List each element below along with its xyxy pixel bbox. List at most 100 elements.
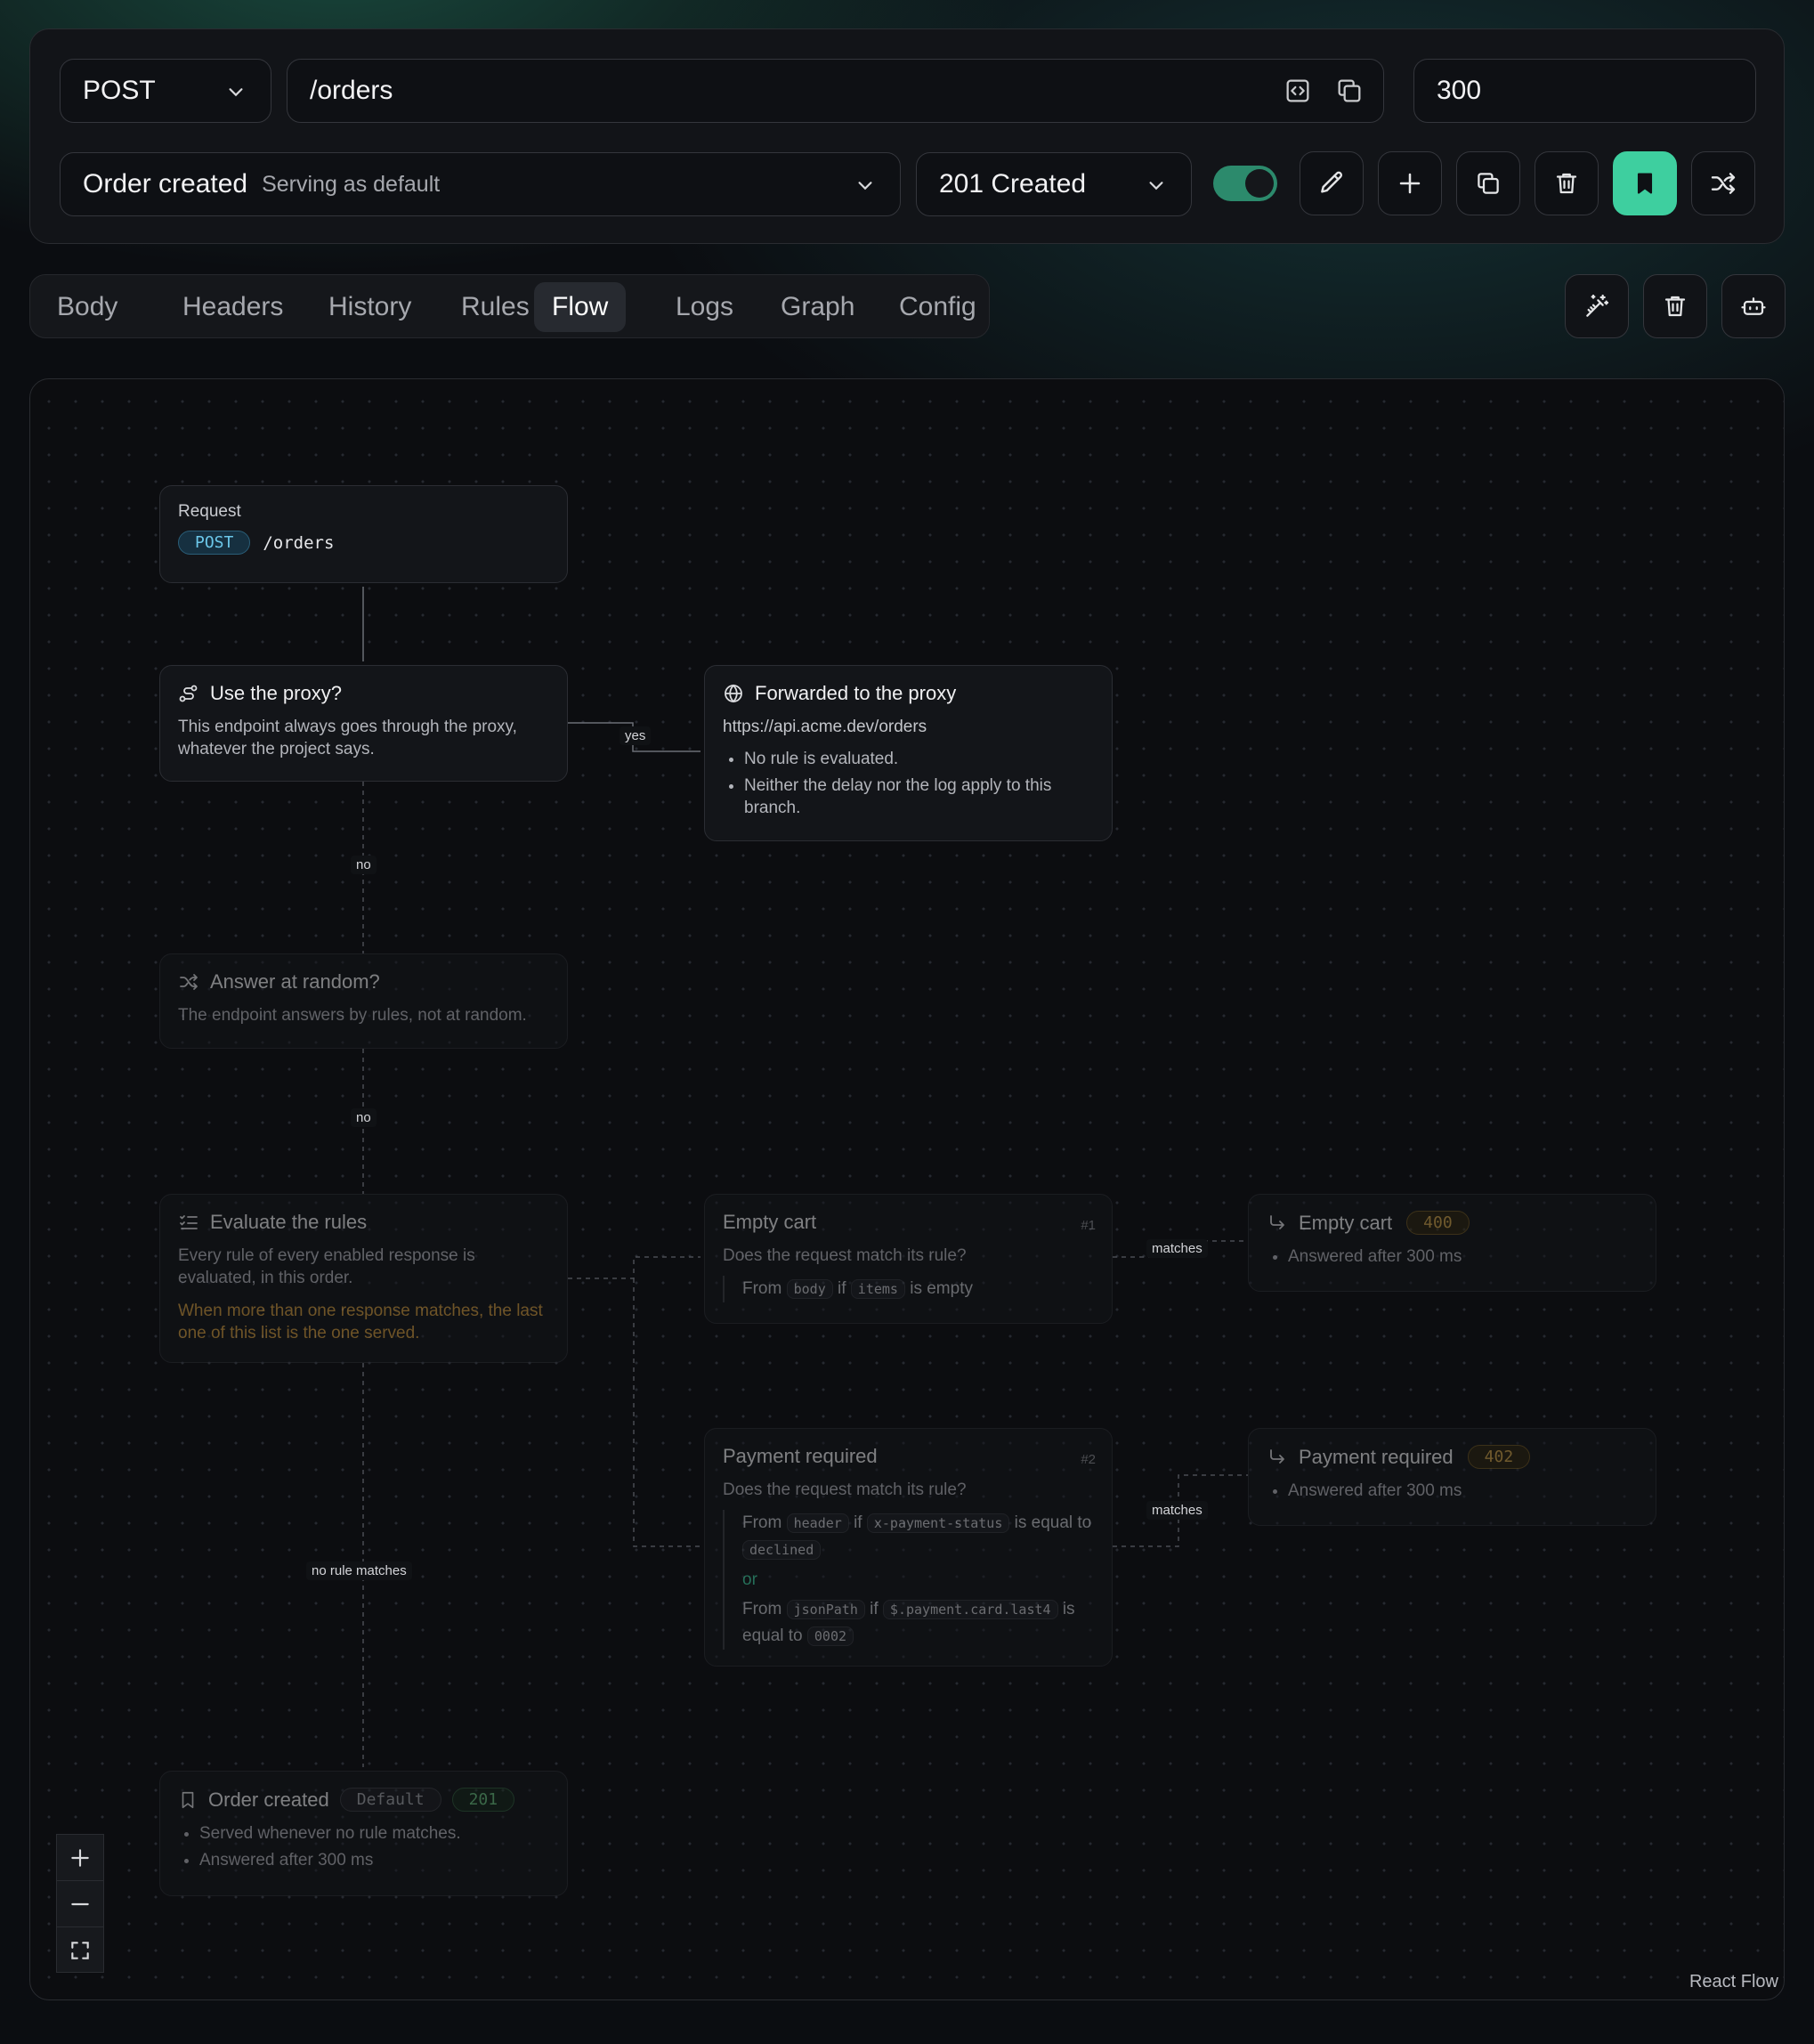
- forwarded-node[interactable]: Forwarded to the proxy https://api.acme.…: [704, 665, 1113, 841]
- condition-field: items: [850, 1279, 905, 1299]
- method-value: POST: [83, 76, 156, 105]
- evaluate-node[interactable]: Evaluate the rules Every rule of every e…: [159, 1194, 568, 1363]
- result-title: Payment required: [1299, 1445, 1454, 1468]
- rule-condition: From header if x-payment-status is equal…: [723, 1510, 1094, 1650]
- condition-operator: is empty: [910, 1279, 973, 1298]
- flow-edges: [362, 587, 1248, 1767]
- delete-response-button[interactable]: [1535, 151, 1599, 215]
- clear-button[interactable]: [1643, 274, 1707, 338]
- wand-icon: [1586, 294, 1609, 317]
- proxy-node[interactable]: Use the proxy? This endpoint always goes…: [159, 665, 568, 782]
- status-select[interactable]: 201 Created: [916, 152, 1192, 216]
- zoom-controls: [56, 1834, 104, 1973]
- plus-icon: [71, 1848, 89, 1867]
- condition-field: x-payment-status: [866, 1513, 1010, 1533]
- default-tag: Default: [339, 1788, 441, 1812]
- proxy-title: Use the proxy?: [210, 682, 342, 704]
- default-note: Served whenever no rule matches.: [199, 1822, 549, 1845]
- default-title: Order created: [208, 1788, 329, 1811]
- forwarded-point: Neither the delay nor the log apply to t…: [744, 775, 1094, 819]
- rule-title: Empty cart: [723, 1211, 817, 1233]
- response-select[interactable]: Order created Serving as default: [60, 152, 901, 216]
- condition-if: if: [870, 1600, 879, 1618]
- add-button[interactable]: [1378, 151, 1442, 215]
- random-text: The endpoint answers by rules, not at ra…: [178, 1006, 527, 1025]
- route-icon: [179, 685, 198, 702]
- result-title: Empty cart: [1299, 1211, 1393, 1234]
- edge-evaluate-rule2: [633, 1278, 700, 1547]
- tab-body[interactable]: Body: [39, 282, 135, 332]
- condition-value: 0002: [806, 1626, 854, 1646]
- tab-rules[interactable]: Rules: [443, 282, 547, 332]
- status-code-badge: 400: [1406, 1211, 1470, 1235]
- flow-canvas[interactable]: yes no no matches matches no rule matche…: [29, 378, 1785, 2000]
- path-input[interactable]: /orders: [287, 59, 1384, 123]
- method-badge: POST: [178, 531, 251, 555]
- result-node-2[interactable]: Payment required 402 Answered after 300 …: [1248, 1428, 1656, 1526]
- method-select[interactable]: POST: [60, 59, 271, 123]
- edge-label-no-rule: no rule matches: [306, 1561, 412, 1580]
- bot-icon: [1741, 297, 1766, 315]
- rule-title: Payment required: [723, 1445, 878, 1467]
- default-note: Answered after 300 ms: [199, 1849, 549, 1871]
- condition-from: From: [742, 1279, 782, 1298]
- random-button[interactable]: [1691, 151, 1755, 215]
- tab-logs[interactable]: Logs: [658, 282, 751, 332]
- pencil-icon: [1321, 171, 1343, 193]
- rule-question: Does the request match its rule?: [723, 1480, 967, 1499]
- magic-button[interactable]: [1565, 274, 1629, 338]
- evaluate-warning: When more than one response matches, the…: [178, 1302, 543, 1342]
- edge-label-matches: matches: [1146, 1239, 1208, 1258]
- fit-view-button[interactable]: [57, 1927, 103, 1974]
- edge-label-matches: matches: [1146, 1501, 1208, 1520]
- tab-flow[interactable]: Flow: [534, 282, 627, 332]
- edit-button[interactable]: [1300, 151, 1364, 215]
- delay-value: 300: [1437, 76, 1482, 105]
- code-icon[interactable]: [1284, 77, 1312, 105]
- shuffle-icon: [180, 974, 198, 990]
- bookmark-icon: [182, 1791, 194, 1808]
- corner-arrow-icon: [1270, 1448, 1284, 1464]
- rule-node-1[interactable]: Empty cart #1 Does the request match its…: [704, 1194, 1113, 1324]
- condition-value: declined: [742, 1540, 822, 1560]
- assistant-button[interactable]: [1721, 274, 1786, 338]
- request-node[interactable]: Request POST /orders: [159, 485, 568, 583]
- rule-number: #2: [1081, 1452, 1096, 1467]
- condition-from: From: [742, 1513, 782, 1532]
- duplicate-button[interactable]: [1456, 151, 1520, 215]
- result-note: Answered after 300 ms: [1288, 1245, 1638, 1268]
- delay-input[interactable]: 300: [1413, 59, 1756, 123]
- tab-config[interactable]: Config: [881, 282, 994, 332]
- random-title: Answer at random?: [210, 970, 380, 993]
- rule-node-2[interactable]: Payment required #2 Does the request mat…: [704, 1428, 1113, 1667]
- default-node[interactable]: Order created Default 201 Served wheneve…: [159, 1771, 568, 1896]
- default-bookmark-button[interactable]: [1613, 151, 1677, 215]
- response-hint: Serving as default: [262, 171, 441, 197]
- copy-icon[interactable]: [1335, 77, 1364, 105]
- toggle-knob: [1245, 169, 1274, 198]
- condition-source: body: [786, 1279, 833, 1299]
- zoom-out-button[interactable]: [57, 1881, 103, 1927]
- condition-if: if: [838, 1279, 846, 1298]
- tab-bar: Body Headers History Rules Flow Logs Gra…: [29, 274, 990, 338]
- tab-graph[interactable]: Graph: [763, 282, 872, 332]
- path-value: /orders: [310, 76, 393, 105]
- random-node[interactable]: Answer at random? The endpoint answers b…: [159, 953, 568, 1049]
- result-note: Answered after 300 ms: [1288, 1480, 1638, 1502]
- copy-icon: [1478, 173, 1499, 194]
- result-node-1[interactable]: Empty cart 400 Answered after 300 ms: [1248, 1194, 1656, 1292]
- rule-condition: From body if items is empty: [723, 1276, 1094, 1302]
- enable-toggle[interactable]: [1213, 166, 1277, 201]
- plus-icon: [1399, 173, 1421, 194]
- zoom-in-button[interactable]: [57, 1835, 103, 1881]
- condition-or: or: [742, 1570, 757, 1589]
- condition-field: $.payment.card.last4: [882, 1600, 1058, 1619]
- condition-from: From: [742, 1600, 782, 1618]
- tab-headers[interactable]: Headers: [165, 282, 301, 332]
- react-flow-attribution[interactable]: React Flow: [1689, 1972, 1778, 1992]
- condition-if: if: [854, 1513, 862, 1532]
- condition-operator: is equal to: [1014, 1513, 1092, 1532]
- edge-label-yes: yes: [620, 726, 652, 745]
- tab-history[interactable]: History: [311, 282, 429, 332]
- edge-label-no: no: [351, 856, 377, 874]
